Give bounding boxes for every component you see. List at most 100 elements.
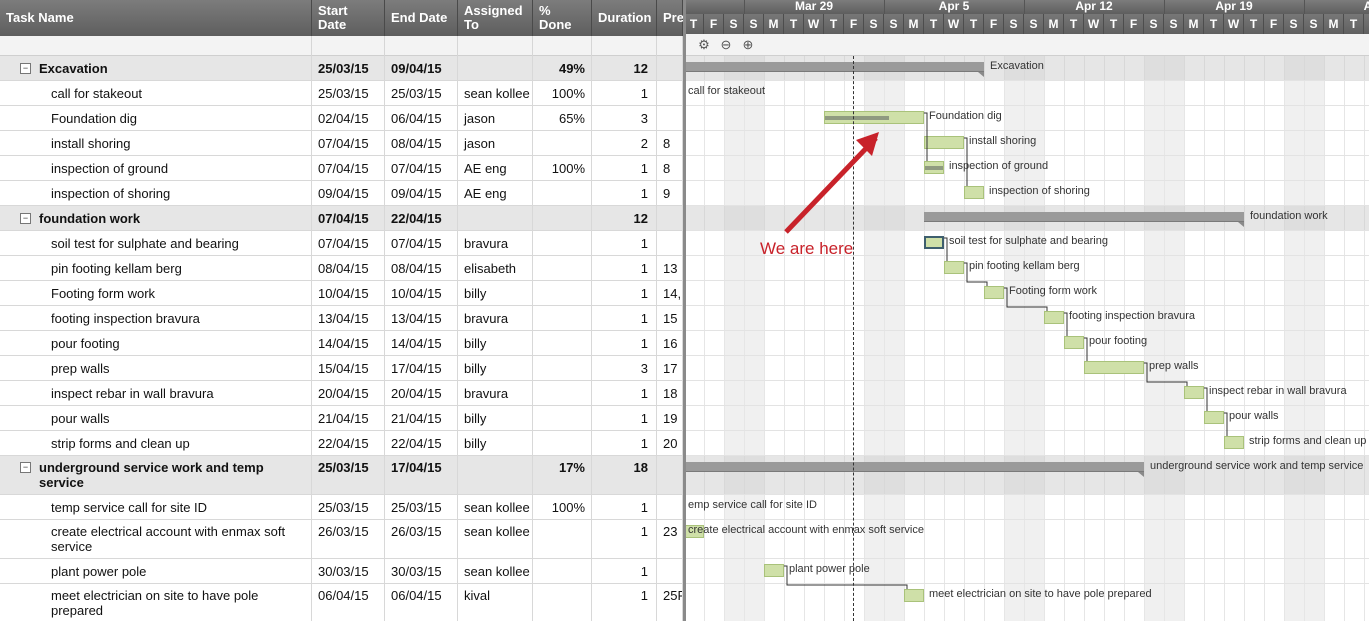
collapse-toggle-icon[interactable]: − bbox=[20, 462, 31, 473]
cell-assigned: AE eng bbox=[458, 181, 533, 205]
cell-end: 26/03/15 bbox=[385, 520, 458, 558]
cell-assigned: billy bbox=[458, 406, 533, 430]
cell-start: 21/04/15 bbox=[312, 406, 385, 430]
column-header-duration[interactable]: Duration bbox=[592, 0, 657, 36]
cell-end: 25/03/15 bbox=[385, 81, 458, 105]
cell-duration: 1 bbox=[592, 81, 657, 105]
dependency-line bbox=[1204, 387, 1208, 411]
task-duration: 18 bbox=[633, 460, 648, 475]
cell-pct bbox=[533, 331, 592, 355]
task-duration: 1 bbox=[640, 335, 648, 351]
task-row[interactable]: plant power pole 30/03/15 30/03/15 sean kol… bbox=[0, 559, 683, 584]
task-duration: 1 bbox=[640, 310, 648, 326]
task-pct: 49% bbox=[558, 60, 585, 76]
task-start: 30/03/15 bbox=[318, 563, 369, 579]
group-row[interactable]: − underground service work and temp servi… bbox=[0, 456, 683, 495]
task-end: 17/04/15 bbox=[391, 460, 442, 475]
cell-start: 26/03/15 bbox=[312, 520, 385, 558]
cell-pct bbox=[533, 431, 592, 455]
column-header-name[interactable]: Task Name bbox=[0, 0, 312, 36]
task-duration: 1 bbox=[640, 410, 648, 426]
cell-pred: 16 bbox=[657, 331, 683, 355]
task-pred: 8 bbox=[663, 135, 671, 151]
task-pred: 18 bbox=[663, 385, 678, 401]
cell-name: − foundation work bbox=[0, 206, 312, 230]
cell-end: 08/04/15 bbox=[385, 256, 458, 280]
annotation-label: We are here bbox=[760, 239, 854, 258]
task-row[interactable]: temp service call for site ID 25/03/15 25/… bbox=[0, 495, 683, 520]
task-row[interactable]: call for stakeout 25/03/15 25/03/15 sean ko… bbox=[0, 81, 683, 106]
task-row[interactable]: footing inspection bravura 13/04/15 13/04/… bbox=[0, 306, 683, 331]
cell-assigned: jason bbox=[458, 106, 533, 130]
cell-pred: 17 bbox=[657, 356, 683, 380]
cell-start: 30/03/15 bbox=[312, 559, 385, 583]
dependency-line bbox=[924, 112, 928, 161]
cell-pred: 19 bbox=[657, 406, 683, 430]
task-row[interactable]: Footing form work 10/04/15 10/04/15 billy 1 1… bbox=[0, 281, 683, 306]
column-header-pct[interactable]: % Done bbox=[533, 0, 592, 36]
dependency-line bbox=[1064, 312, 1068, 336]
task-bar[interactable] bbox=[683, 500, 684, 513]
cell-duration: 1 bbox=[592, 181, 657, 205]
task-row[interactable]: prep walls 15/04/15 17/04/15 billy 3 17 bbox=[0, 356, 683, 381]
task-pct: 17% bbox=[558, 460, 585, 475]
cell-pred: 13 bbox=[657, 256, 683, 280]
cell-duration: 1 bbox=[592, 431, 657, 455]
task-duration: 3 bbox=[640, 110, 648, 126]
cell-start: 07/04/15 bbox=[312, 206, 385, 230]
cell-name: prep walls bbox=[0, 356, 312, 380]
cell-end: 21/04/15 bbox=[385, 406, 458, 430]
column-header-end[interactable]: End Date bbox=[385, 0, 458, 36]
cell-pred: 20 bbox=[657, 431, 683, 455]
task-pred: 25F bbox=[663, 588, 682, 603]
cell-start: 08/04/15 bbox=[312, 256, 385, 280]
cell-end: 17/04/15 bbox=[385, 356, 458, 380]
task-row[interactable]: strip forms and clean up 22/04/15 22/04/15… bbox=[0, 431, 683, 456]
group-row[interactable]: − foundation work 07/04/15 22/04/15 12 bbox=[0, 206, 683, 231]
task-duration: 1 bbox=[640, 385, 648, 401]
task-pred: 20 bbox=[663, 435, 678, 451]
column-header-pred[interactable]: Pre bbox=[657, 0, 683, 36]
cell-duration: 1 bbox=[592, 281, 657, 305]
task-row[interactable]: inspection of shoring 09/04/15 09/04/15 AE … bbox=[0, 181, 683, 206]
task-start: 07/04/15 bbox=[318, 135, 369, 151]
task-name: prep walls bbox=[51, 360, 110, 376]
task-row[interactable]: install shoring 07/04/15 08/04/15 jason 2 8 bbox=[0, 131, 683, 156]
task-pct: 100% bbox=[551, 160, 585, 176]
column-header-start[interactable]: Start Date bbox=[312, 0, 385, 36]
task-row[interactable]: pin footing kellam berg 08/04/15 08/04/15 e… bbox=[0, 256, 683, 281]
cell-pred bbox=[657, 231, 683, 255]
cell-pct bbox=[533, 131, 592, 155]
task-end: 07/04/15 bbox=[391, 160, 442, 176]
filter-cell bbox=[385, 36, 458, 56]
task-row[interactable]: pour walls 21/04/15 21/04/15 billy 1 19 bbox=[0, 406, 683, 431]
task-row[interactable]: meet electrician on site to have pole pr… bbox=[0, 584, 683, 621]
task-row[interactable]: create electrical account with enmax sof… bbox=[0, 520, 683, 559]
task-start: 07/04/15 bbox=[318, 235, 369, 251]
cell-start: 09/04/15 bbox=[312, 181, 385, 205]
collapse-toggle-icon[interactable]: − bbox=[20, 62, 31, 74]
task-bar[interactable] bbox=[683, 86, 684, 99]
cell-end: 20/04/15 bbox=[385, 381, 458, 405]
column-header-assigned[interactable]: Assigned To bbox=[458, 0, 533, 36]
task-name: temp service call for site ID bbox=[51, 499, 208, 515]
task-end: 20/04/15 bbox=[391, 385, 442, 401]
task-row[interactable]: pour footing 14/04/15 14/04/15 billy 1 16 bbox=[0, 331, 683, 356]
cell-assigned: kival bbox=[458, 584, 533, 621]
task-name: underground service work and temp servic… bbox=[39, 460, 264, 490]
cell-start: 25/03/15 bbox=[312, 495, 385, 519]
task-row[interactable]: inspection of ground 07/04/15 07/04/15 AE e… bbox=[0, 156, 683, 181]
task-start: 26/03/15 bbox=[318, 524, 369, 539]
task-start: 25/03/15 bbox=[318, 85, 369, 101]
dependency-line bbox=[1004, 287, 1048, 311]
group-row[interactable]: − Excavation 25/03/15 09/04/15 49% 12 bbox=[0, 56, 683, 81]
collapse-toggle-icon[interactable]: − bbox=[20, 212, 31, 224]
task-row[interactable]: inspect rebar in wall bravura 20/04/15 20/… bbox=[0, 381, 683, 406]
cell-pred: 9 bbox=[657, 181, 683, 205]
cell-end: 14/04/15 bbox=[385, 331, 458, 355]
task-row[interactable]: soil test for sulphate and bearing 07/04/… bbox=[0, 231, 683, 256]
task-row[interactable]: Foundation dig 02/04/15 06/04/15 jason 65% 3 bbox=[0, 106, 683, 131]
cell-pred: 14, bbox=[657, 281, 683, 305]
task-name: inspection of shoring bbox=[51, 185, 171, 201]
cell-end: 13/04/15 bbox=[385, 306, 458, 330]
